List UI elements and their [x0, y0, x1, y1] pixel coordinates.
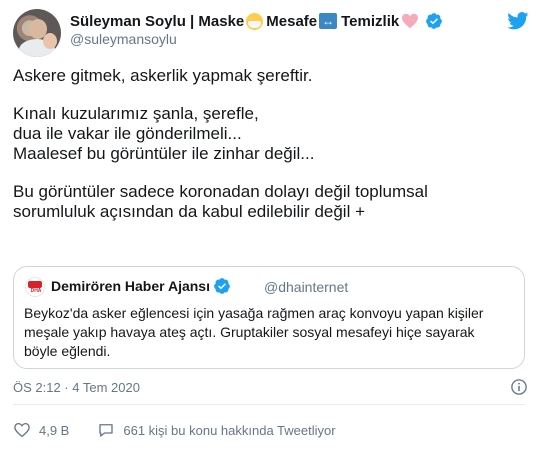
- info-icon[interactable]: [510, 378, 528, 396]
- tweet-line: sorumluluk açısından da kabul edilebilir…: [13, 202, 366, 221]
- tweet-timestamp[interactable]: ÖS 2:12 · 4 Tem 2020: [13, 380, 140, 395]
- tweet-line: Maalesef bu görüntüler ile zinhar değil.…: [13, 144, 315, 163]
- left-right-arrow-icon: ↔: [319, 13, 338, 29]
- like-button[interactable]: 4,9 B: [13, 421, 69, 439]
- tweet-line: Askere gitmek, askerlik yapmak şereftir.: [13, 66, 313, 85]
- author-name-part1: Süleyman Soylu | Maske: [70, 12, 245, 30]
- tweet-card: Süleyman Soylu | Maske Mesafe ↔ Temizlik…: [0, 0, 536, 451]
- tweet-line: Bu görüntüler sadece koronadan dolayı de…: [13, 182, 428, 201]
- quoted-author-handle[interactable]: @dhainternet: [264, 279, 348, 295]
- talking-about-link[interactable]: 661 kişi bu konu hakkında Tweetliyor: [97, 421, 336, 439]
- author-name[interactable]: Süleyman Soylu | Maske Mesafe ↔ Temizlik: [70, 12, 443, 30]
- twitter-bird-icon[interactable]: [507, 12, 529, 30]
- quoted-line: Beykoz'da asker eğlencesi için yasağa ra…: [24, 305, 484, 321]
- talking-about-text: 661 kişi bu konu hakkında Tweetliyor: [123, 422, 336, 438]
- author-name-part3: Temizlik: [341, 12, 400, 30]
- like-count: 4,9 B: [39, 422, 70, 438]
- quoted-author-name[interactable]: Demirören Haber Ajansı: [51, 277, 231, 295]
- quoted-line: böyle eğlendi.: [24, 343, 111, 359]
- speech-bubble-icon: [99, 424, 114, 437]
- face-with-medical-mask-icon: [246, 12, 264, 30]
- tweet-actions: 4,9 B 661 kişi bu konu hakkında Tweetliy…: [13, 420, 336, 440]
- tweet-body: Askere gitmek, askerlik yapmak şereftir.…: [13, 66, 523, 222]
- heart-icon: [14, 422, 30, 438]
- quoted-logo-text: DHA: [30, 288, 42, 294]
- verified-badge-icon: [214, 278, 230, 294]
- author-name-part2: Mesafe: [266, 12, 318, 30]
- quoted-tweet[interactable]: DHA Demirören Haber Ajansı @dhainternet …: [13, 266, 525, 369]
- pink-heart-icon: [402, 13, 419, 29]
- verified-badge-icon: [426, 13, 443, 29]
- divider: [13, 404, 525, 405]
- avatar-child-face: [43, 33, 57, 49]
- author-avatar[interactable]: [13, 9, 61, 57]
- tweet-line: Kınalı kuzularımız şanla, şerefle,: [13, 104, 259, 123]
- author-handle[interactable]: @suleymansoylu: [70, 31, 177, 47]
- quoted-author-avatar[interactable]: DHA: [25, 277, 45, 297]
- tweet-line: dua ile vakar ile gönderilmeli...: [13, 124, 242, 143]
- quoted-line: meşale yakıp havaya ateş açtı. Gruptakil…: [24, 324, 475, 340]
- quoted-tweet-body: Beykoz'da asker eğlencesi için yasağa ra…: [24, 304, 514, 361]
- quoted-author-name-text: Demirören Haber Ajansı: [51, 278, 210, 294]
